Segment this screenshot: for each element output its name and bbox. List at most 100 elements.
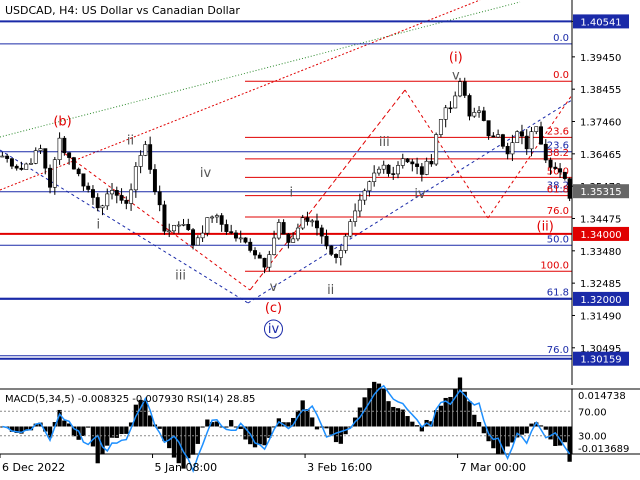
macd-bar bbox=[543, 426, 548, 430]
candle-body bbox=[129, 189, 134, 204]
candle-body bbox=[281, 222, 286, 235]
candle-body bbox=[71, 157, 76, 170]
candle-body bbox=[334, 254, 339, 258]
candle-body bbox=[90, 189, 95, 198]
candle-body bbox=[415, 163, 420, 167]
candle-body bbox=[119, 195, 124, 201]
candle-body bbox=[534, 126, 539, 132]
candle-body bbox=[157, 191, 162, 206]
candle-body bbox=[381, 164, 386, 170]
candle-body bbox=[386, 164, 391, 174]
wave-label: iv bbox=[200, 166, 212, 181]
macd-bar bbox=[114, 426, 119, 438]
price-tick-label: 1.32485 bbox=[580, 279, 621, 290]
wave-label: (i) bbox=[449, 51, 463, 66]
candle-body bbox=[553, 166, 558, 169]
wave-label: (ii) bbox=[537, 220, 554, 235]
macd-bar bbox=[391, 406, 396, 427]
candle-body bbox=[391, 173, 396, 175]
macd-bar bbox=[519, 426, 525, 435]
wave-label: v bbox=[452, 69, 460, 84]
macd-bar bbox=[524, 426, 529, 434]
candle-body bbox=[562, 171, 567, 179]
wave-label: (b) bbox=[53, 115, 71, 130]
candle-body bbox=[152, 169, 157, 192]
price-label-text: 1.40541 bbox=[580, 17, 621, 28]
candle-body bbox=[29, 163, 33, 165]
candle-body bbox=[558, 168, 563, 173]
candle-body bbox=[57, 137, 62, 161]
candle-body bbox=[5, 155, 10, 159]
macd-bar bbox=[324, 426, 329, 429]
macd-title: MACD(5,34,5) -0.008325 -0.007930 RSI(14)… bbox=[5, 394, 256, 405]
fib-red-label: 0.0 bbox=[553, 70, 569, 81]
price-tick-label: 1.34475 bbox=[580, 214, 621, 225]
wave-label: iv bbox=[414, 187, 426, 202]
price-label-text: 1.34000 bbox=[580, 230, 621, 241]
candle-body bbox=[434, 134, 439, 165]
candle-body bbox=[438, 119, 443, 135]
macd-bar bbox=[238, 426, 243, 430]
macd-bar bbox=[381, 389, 386, 427]
candle-body bbox=[110, 190, 114, 195]
candle-body bbox=[233, 232, 238, 239]
macd-bar bbox=[90, 426, 96, 447]
macd-bar bbox=[200, 426, 205, 428]
macd-bar bbox=[314, 426, 320, 430]
macd-bar bbox=[167, 426, 172, 449]
fib-blue-label: 76.0 bbox=[547, 345, 569, 356]
price-tick-label: 1.38455 bbox=[580, 85, 621, 96]
wave-label: i bbox=[97, 217, 101, 232]
macd-bar bbox=[124, 426, 129, 434]
candle-body bbox=[138, 155, 143, 167]
candle-body bbox=[357, 199, 362, 212]
fib-red-label: 38.2 bbox=[547, 148, 569, 159]
candle-body bbox=[324, 235, 329, 247]
candle-body bbox=[148, 144, 153, 170]
candle-body bbox=[238, 237, 243, 240]
macd-bar bbox=[457, 377, 463, 427]
candle-body bbox=[315, 220, 319, 229]
macd-tick-label: 0.014738 bbox=[578, 391, 626, 402]
macd-bar bbox=[300, 400, 305, 427]
candle-body bbox=[486, 120, 491, 137]
candle-body bbox=[295, 227, 300, 240]
candle-body bbox=[319, 227, 324, 237]
candle-body bbox=[24, 163, 29, 170]
candle-body bbox=[262, 257, 267, 268]
candle-body bbox=[291, 238, 296, 243]
candle-body bbox=[477, 110, 482, 113]
candle-body bbox=[200, 232, 205, 239]
macd-tick-label: -0.013689 bbox=[578, 444, 629, 455]
candle-body bbox=[14, 165, 19, 169]
candle-body bbox=[348, 221, 353, 237]
candle-body bbox=[243, 237, 248, 243]
macd-bar bbox=[157, 426, 162, 429]
candle-body bbox=[448, 107, 453, 110]
macd-bar bbox=[414, 425, 420, 427]
candle-body bbox=[124, 200, 129, 204]
candle-body bbox=[505, 146, 510, 155]
fib-red-label: 61.8 bbox=[547, 185, 569, 196]
price-tick-label: 1.37460 bbox=[580, 118, 621, 129]
candle-body bbox=[496, 134, 501, 138]
price-label-box: 1.35315 bbox=[573, 184, 629, 199]
macd-bar bbox=[472, 414, 477, 427]
candle-body bbox=[310, 220, 315, 223]
macd-bar bbox=[438, 405, 444, 427]
macd-bar bbox=[476, 422, 482, 427]
candle-body bbox=[443, 107, 448, 120]
fib-blue-label: 50.0 bbox=[547, 234, 569, 245]
candle-body bbox=[195, 237, 200, 246]
candle-body bbox=[267, 254, 272, 268]
wave-label: iii bbox=[379, 135, 390, 150]
macd-bar bbox=[190, 426, 196, 455]
candle-body bbox=[419, 166, 424, 175]
macd-bar bbox=[119, 426, 124, 435]
candle-body bbox=[48, 167, 53, 188]
candle-body bbox=[114, 190, 119, 196]
candle-body bbox=[52, 159, 57, 188]
chart-background bbox=[0, 0, 640, 480]
candle-body bbox=[19, 167, 24, 170]
macd-bar bbox=[224, 426, 229, 428]
